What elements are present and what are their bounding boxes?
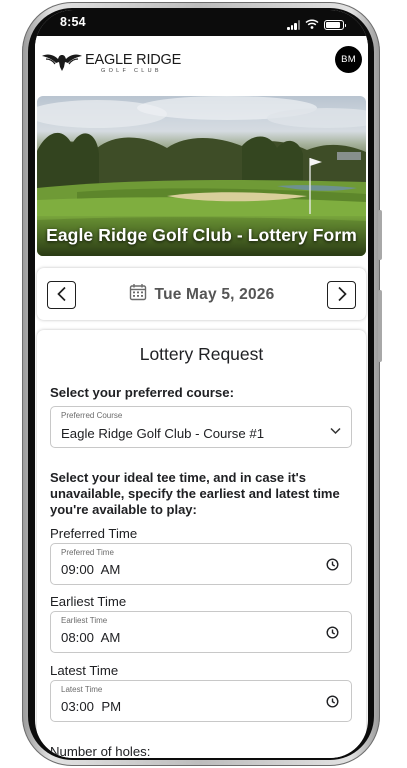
tee-time-instructions: Select your ideal tee time, and in case … [50, 470, 340, 517]
date-display[interactable]: Tue May 5, 2026 [37, 283, 366, 306]
signal-icon [287, 20, 300, 30]
phone-screen: 8:54 EAGLE RIDGE GOLF CLUB BM Eagle Ridg… [35, 10, 368, 758]
battery-icon [324, 20, 346, 30]
club-logo[interactable]: EAGLE RIDGE GOLF CLUB [41, 50, 181, 77]
clock-icon[interactable] [326, 695, 339, 713]
date-navigator: Tue May 5, 2026 [37, 268, 366, 320]
latest-time-heading: Latest Time [50, 663, 119, 678]
power-button [378, 290, 382, 362]
status-bar: 8:54 [35, 10, 368, 36]
earliest-time-value: 08:00 AM [61, 630, 121, 645]
course-prompt: Select your preferred course: [50, 385, 234, 400]
status-time: 8:54 [60, 15, 86, 29]
preferred-course-label: Preferred Course [61, 411, 123, 420]
earliest-time-heading: Earliest Time [50, 594, 127, 609]
volume-button [378, 210, 382, 260]
next-date-button[interactable] [327, 281, 356, 309]
clock-icon[interactable] [326, 626, 339, 644]
logo-main-text: EAGLE RIDGE [85, 52, 182, 68]
eagle-logo-icon [41, 50, 83, 77]
preferred-course-value: Eagle Ridge Golf Club - Course #1 [61, 426, 265, 441]
selected-date: Tue May 5, 2026 [154, 285, 275, 303]
user-avatar[interactable]: BM [335, 46, 362, 73]
chevron-right-icon [336, 286, 348, 305]
status-icons [287, 16, 346, 34]
lottery-request-form: Lottery Request Select your preferred co… [37, 330, 366, 758]
preferred-course-select[interactable]: Preferred Course Eagle Ridge Golf Club -… [50, 406, 352, 448]
wifi-icon [305, 16, 319, 34]
preferred-time-input[interactable]: Preferred Time 09:00 AM [50, 543, 352, 585]
hero-banner: Eagle Ridge Golf Club - Lottery Form [37, 96, 366, 256]
preferred-time-heading: Preferred Time [50, 526, 138, 541]
latest-time-label: Latest Time [61, 685, 103, 694]
earliest-time-label: Earliest Time [61, 616, 108, 625]
earliest-time-input[interactable]: Earliest Time 08:00 AM [50, 611, 352, 653]
holes-heading: Number of holes: [50, 744, 151, 758]
clock-icon[interactable] [326, 558, 339, 576]
logo-sub-text: GOLF CLUB [101, 67, 162, 74]
latest-time-value: 03:00 PM [61, 699, 122, 714]
app-header: EAGLE RIDGE GOLF CLUB BM [35, 36, 368, 94]
page-title: Eagle Ridge Golf Club - Lottery Form [46, 225, 357, 245]
calendar-icon [129, 283, 147, 306]
form-title: Lottery Request [139, 344, 264, 364]
preferred-time-value: 09:00 AM [61, 562, 121, 577]
preferred-time-label: Preferred Time [61, 548, 114, 557]
latest-time-input[interactable]: Latest Time 03:00 PM [50, 680, 352, 722]
chevron-down-icon [330, 422, 341, 440]
